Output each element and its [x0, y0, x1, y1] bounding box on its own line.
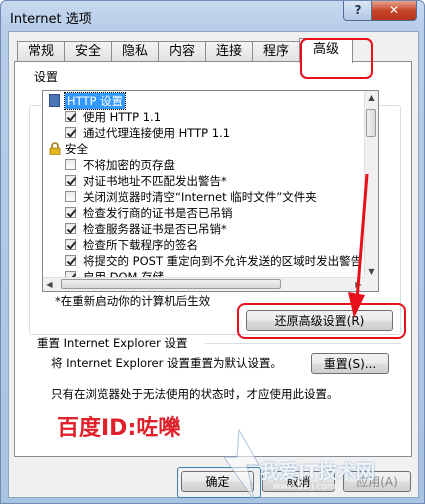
settings-group-label: 设置	[31, 68, 62, 85]
category-label: HTTP 设置	[63, 92, 127, 110]
checkbox[interactable]	[65, 207, 76, 218]
advanced-panel: 设置 HTTP 设置 使用 HTTP 1.1 通过代理连接使用 HTTP 1.1	[14, 61, 412, 457]
reset-group-divider	[205, 343, 401, 344]
internet-options-dialog: Internet 选项 ? ✕ 常规 安全 隐私 内容 连接 程序 高级 设置 …	[0, 0, 425, 504]
item-label: 检查服务器证书是否已吊销*	[83, 222, 227, 236]
checkbox[interactable]	[65, 255, 76, 266]
scroll-down-icon[interactable]: ▼	[365, 265, 378, 278]
item-label: 对证书地址不匹配发出警告*	[83, 174, 227, 188]
item-label: 使用 HTTP 1.1	[83, 110, 162, 124]
reset-group-label: 重置 Internet Explorer 设置	[37, 336, 188, 350]
item-label: 不将加密的页存盘	[83, 158, 175, 172]
scroll-left-icon[interactable]: ◀	[43, 278, 56, 291]
tab-content[interactable]: 内容	[158, 41, 206, 62]
scroll-up-icon[interactable]: ▲	[365, 91, 378, 104]
item-label: 检查所下载程序的签名	[83, 238, 198, 252]
help-button[interactable]: ?	[343, 1, 373, 21]
settings-list: HTTP 设置 使用 HTTP 1.1 通过代理连接使用 HTTP 1.1 安全…	[43, 91, 365, 278]
dialog-client: 常规 安全 隐私 内容 连接 程序 高级 设置 HTTP 设置 使用 HTTP …	[8, 31, 419, 498]
annotation-watermark: 百度ID:咗嚛	[57, 416, 181, 441]
item-label: 通过代理连接使用 HTTP 1.1	[83, 126, 231, 140]
title-bar[interactable]: Internet 选项 ? ✕	[1, 1, 424, 31]
site-watermark-title: 我爱IT技术网	[260, 461, 376, 483]
checkbox[interactable]	[65, 127, 76, 138]
vertical-scrollbar[interactable]: ▲ ▼	[364, 91, 378, 278]
tab-connections[interactable]: 连接	[205, 41, 253, 62]
scroll-right-icon[interactable]: ▶	[352, 278, 365, 291]
checkbox[interactable]	[65, 175, 76, 186]
settings-listbox[interactable]: HTTP 设置 使用 HTTP 1.1 通过代理连接使用 HTTP 1.1 安全…	[42, 90, 379, 292]
checkbox[interactable]	[65, 111, 76, 122]
reset-description: 将 Internet Explorer 设置重置为默认设置。	[51, 356, 283, 370]
tab-privacy[interactable]: 隐私	[111, 41, 159, 62]
tab-programs[interactable]: 程序	[252, 41, 300, 62]
site-watermark-url: www.52ij.com	[273, 482, 336, 492]
item-label: 将提交的 POST 重定向到不允许发送的区域时发出警告	[83, 254, 363, 268]
scroll-corner	[365, 278, 378, 291]
tab-security[interactable]: 安全	[64, 41, 112, 62]
checkbox[interactable]	[65, 239, 76, 250]
lock-icon	[49, 142, 61, 155]
reset-warning: 只有在浏览器处于无法使用的状态时，才应使用此设置。	[51, 387, 339, 401]
checkbox[interactable]	[65, 191, 76, 202]
horizontal-scrollbar[interactable]: ◀ ▶	[43, 277, 365, 291]
restore-advanced-settings-button[interactable]: 还原高级设置(R)	[246, 310, 393, 331]
category-label: 安全	[65, 142, 88, 156]
tab-strip: 常规 安全 隐私 内容 连接 程序 高级	[9, 38, 418, 79]
item-label: 关闭浏览器时清空“Internet 临时文件”文件夹	[83, 190, 317, 204]
checkbox[interactable]	[65, 159, 76, 170]
ok-button[interactable]: 确定	[181, 471, 254, 492]
reset-button[interactable]: 重置(S)...	[311, 353, 389, 374]
window-title: Internet 选项	[10, 12, 92, 27]
item-label: 检查发行商的证书是否已吊销	[83, 206, 233, 220]
checkbox[interactable]	[65, 223, 76, 234]
document-icon	[49, 94, 60, 107]
horizontal-scroll-thumb[interactable]	[61, 279, 281, 289]
tab-advanced[interactable]: 高级	[299, 38, 353, 63]
close-button[interactable]: ✕	[371, 1, 417, 21]
vertical-scroll-thumb[interactable]	[366, 109, 376, 137]
restart-note: *在重新启动你的计算机后生效	[55, 294, 211, 308]
tab-general[interactable]: 常规	[17, 41, 65, 62]
